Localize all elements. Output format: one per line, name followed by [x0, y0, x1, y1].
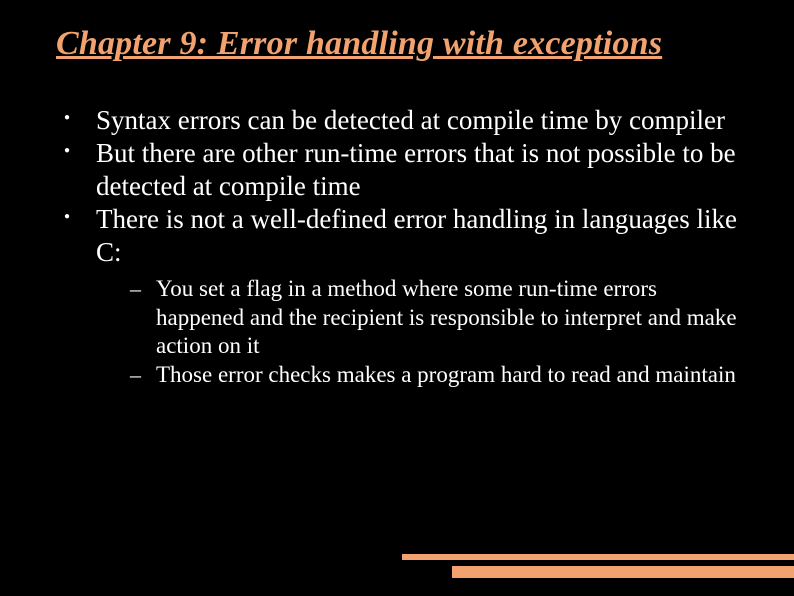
slide-title: Chapter 9: Error handling with exception…: [56, 24, 754, 64]
list-item: But there are other run-time errors that…: [56, 137, 742, 203]
bullet-text: But there are other run-time errors that…: [96, 138, 736, 201]
list-item: There is not a well-defined error handli…: [56, 203, 742, 390]
list-item: Syntax errors can be detected at compile…: [56, 104, 742, 137]
sub-bullet-text: You set a flag in a method where some ru…: [156, 276, 737, 359]
slide: Chapter 9: Error handling with exception…: [0, 0, 794, 596]
accent-bar: [402, 554, 794, 560]
list-item: Those error checks makes a program hard …: [96, 361, 742, 390]
footer-decoration: [402, 554, 794, 578]
sub-bullet-text: Those error checks makes a program hard …: [156, 362, 736, 387]
bullet-text: There is not a well-defined error handli…: [96, 204, 737, 267]
list-item: You set a flag in a method where some ru…: [96, 275, 742, 361]
bullet-list: Syntax errors can be detected at compile…: [56, 104, 754, 390]
accent-bar: [452, 566, 794, 578]
sub-bullet-list: You set a flag in a method where some ru…: [96, 275, 742, 390]
bullet-text: Syntax errors can be detected at compile…: [96, 105, 725, 135]
